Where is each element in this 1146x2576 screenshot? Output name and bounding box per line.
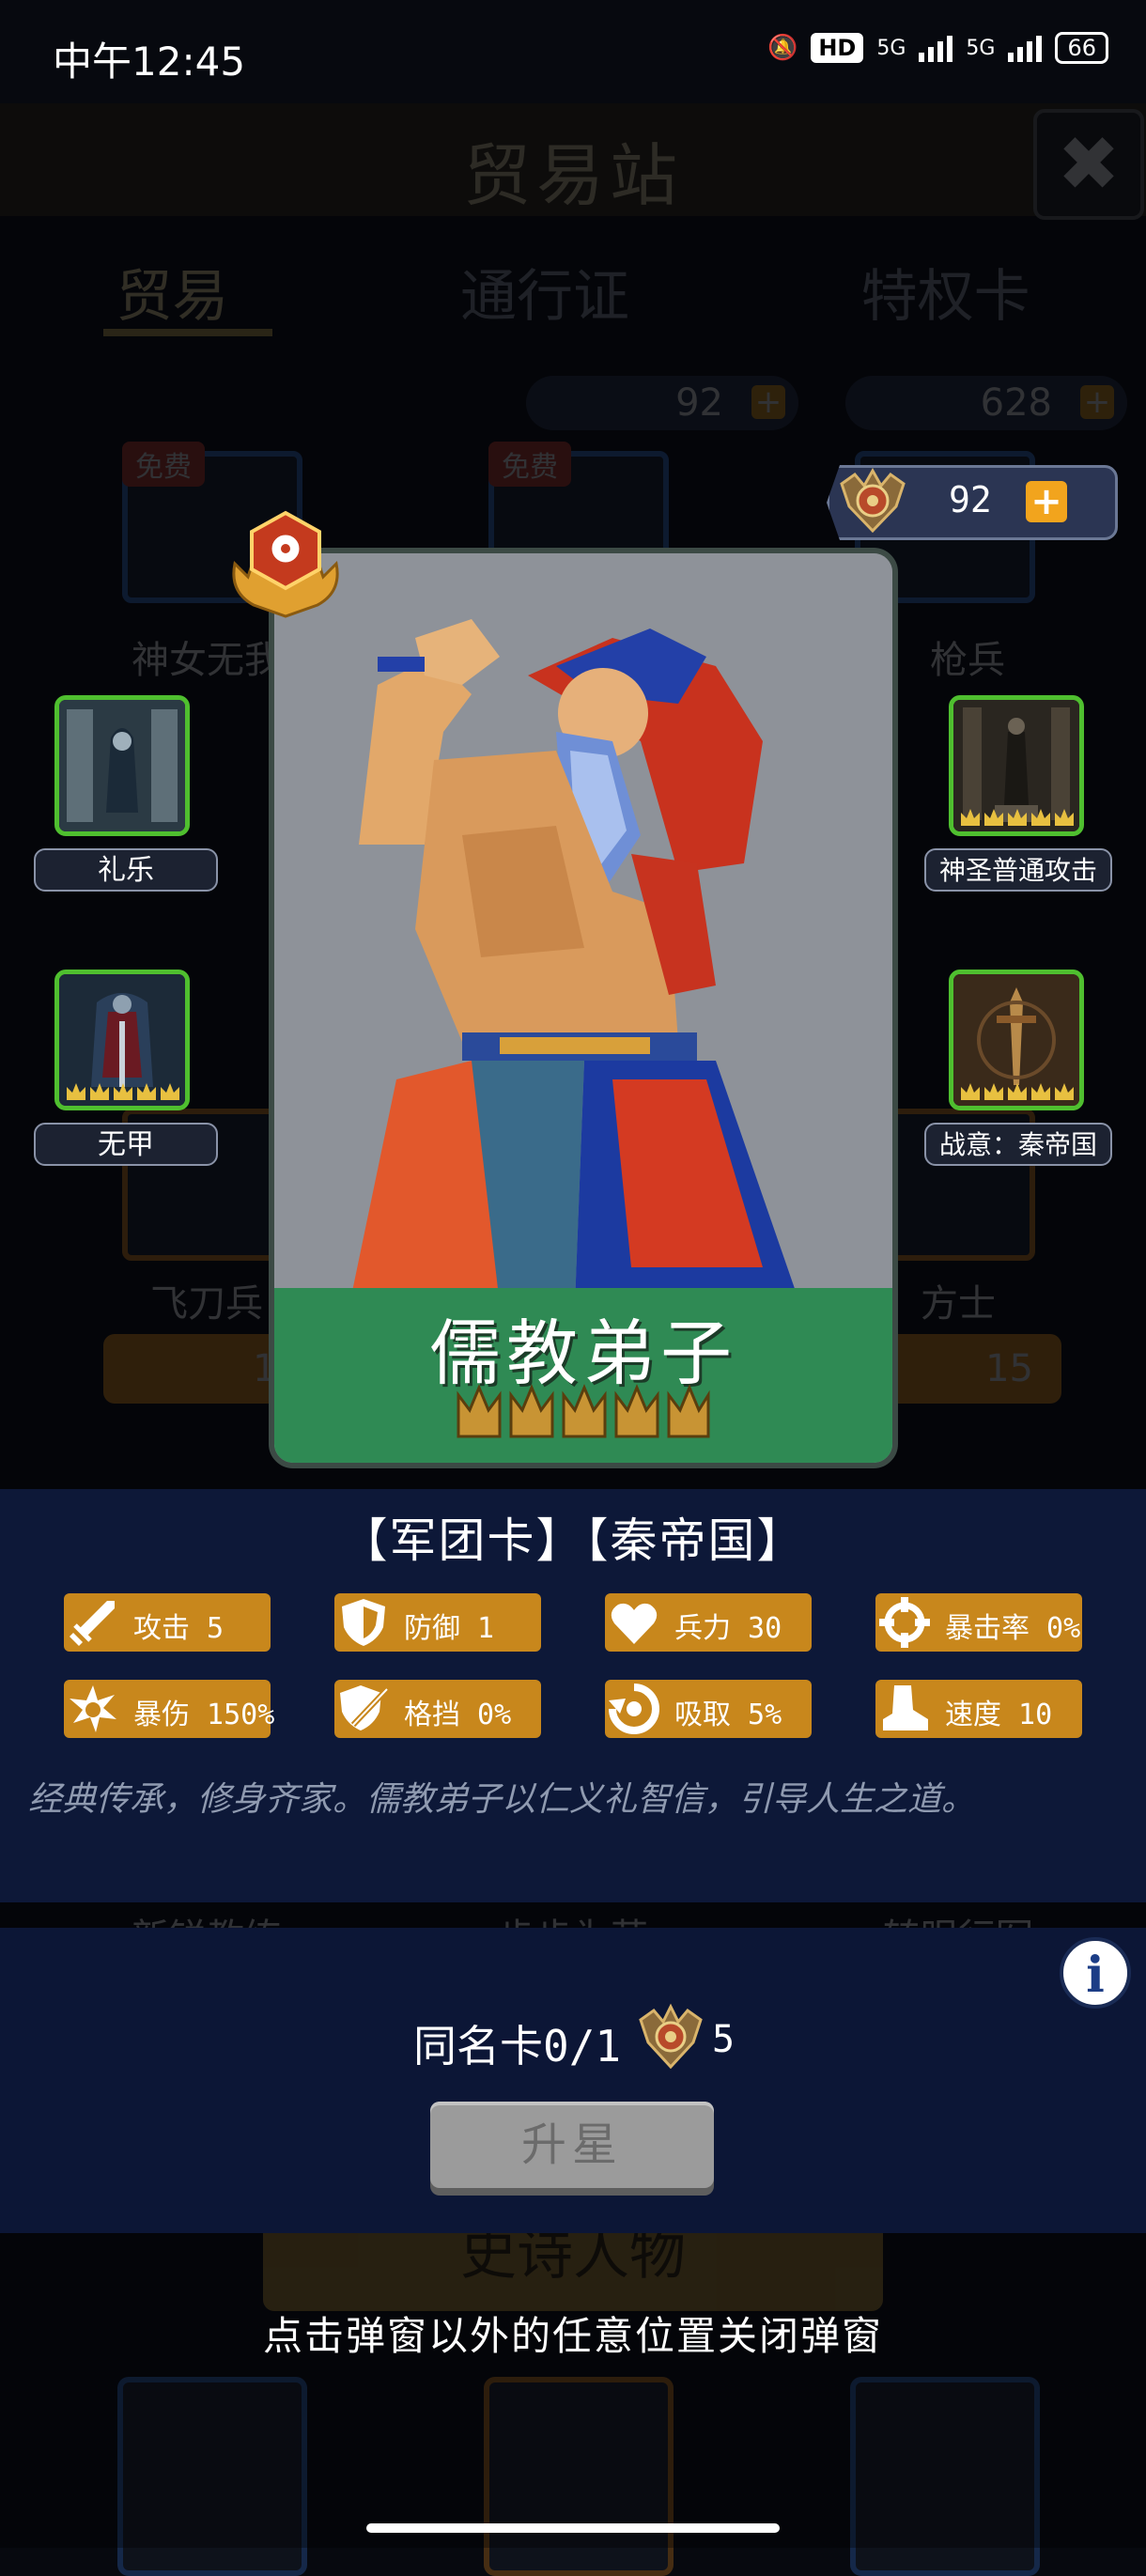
hd-icon: HD [811, 33, 864, 63]
signal-icon [919, 34, 953, 62]
character-card: 儒教弟子 [269, 548, 898, 1468]
medal-icon [840, 467, 906, 534]
crit-damage-icon [70, 1685, 116, 1732]
skill-art [59, 700, 185, 831]
home-indicator[interactable] [366, 2523, 780, 2533]
signal-icon [1008, 34, 1043, 62]
crown-row [67, 1083, 179, 1100]
lifesteal-icon [609, 1684, 659, 1734]
battery-icon: 66 [1055, 32, 1108, 64]
network-label-2: 5G [966, 36, 996, 60]
character-portrait [274, 553, 892, 1305]
network-label-1: 5G [876, 36, 906, 60]
star-crowns [457, 1384, 710, 1438]
stat-troops: 兵力 30 [605, 1593, 812, 1652]
status-bar: 中午12:45 🔕 HD 5G 5G 66 [0, 0, 1146, 103]
info-icon: i [1086, 1947, 1105, 2004]
crown-row [961, 809, 1074, 826]
card-tags: 【军团卡】【秦帝国】 [340, 1513, 806, 1568]
heart-icon [611, 1603, 658, 1644]
boot-icon [883, 1685, 928, 1730]
skill-card-left-2[interactable] [54, 970, 190, 1110]
stat-lifesteal: 吸取 5% [605, 1680, 812, 1738]
upgrade-cost: 5 [712, 2018, 736, 2061]
skill-label: 战意：秦帝国 [924, 1123, 1112, 1166]
stat-speed: 速度 10 [875, 1680, 1082, 1738]
info-button[interactable]: i [1060, 1937, 1131, 2009]
skill-card-right-1[interactable] [949, 695, 1084, 836]
skill-card-left-1[interactable] [54, 695, 190, 836]
crit-rate-icon [879, 1597, 930, 1648]
stat-crit-damage: 暴伤 150% [64, 1680, 274, 1738]
sword-icon [70, 1601, 115, 1646]
block-icon [340, 1685, 390, 1730]
upgrade-star-button[interactable]: 升星 [430, 2102, 714, 2188]
stat-block: 格挡 0% [334, 1680, 541, 1738]
stat-attack: 攻击 5 [64, 1593, 271, 1652]
skill-label: 无甲 [34, 1123, 218, 1166]
currency-amount: 92 [949, 479, 992, 520]
skill-card-right-2[interactable] [949, 970, 1084, 1110]
skill-label: 礼乐 [34, 848, 218, 892]
add-currency-button[interactable]: + [1026, 481, 1067, 522]
medal-icon [639, 2003, 703, 2070]
close-hint: 点击弹窗以外的任意位置关闭弹窗 [262, 2313, 883, 2359]
shield-icon [342, 1599, 385, 1646]
skill-label: 神圣普通攻击 [924, 848, 1112, 892]
stat-defense: 防御 1 [334, 1593, 541, 1652]
status-icons: 🔕 HD 5G 5G 66 [767, 32, 1108, 64]
mute-icon: 🔕 [767, 34, 798, 62]
card-description: 经典传承，修身齐家。儒教弟子以仁义礼智信，引导人生之道。 [28, 1780, 976, 1819]
crown-row [961, 1083, 1074, 1100]
duplicate-card-count: 同名卡0/1 [413, 2021, 622, 2072]
rarity-badge-icon [232, 510, 339, 618]
status-time: 中午12:45 [53, 39, 246, 85]
stat-crit-rate: 暴击率 0% [875, 1593, 1082, 1652]
